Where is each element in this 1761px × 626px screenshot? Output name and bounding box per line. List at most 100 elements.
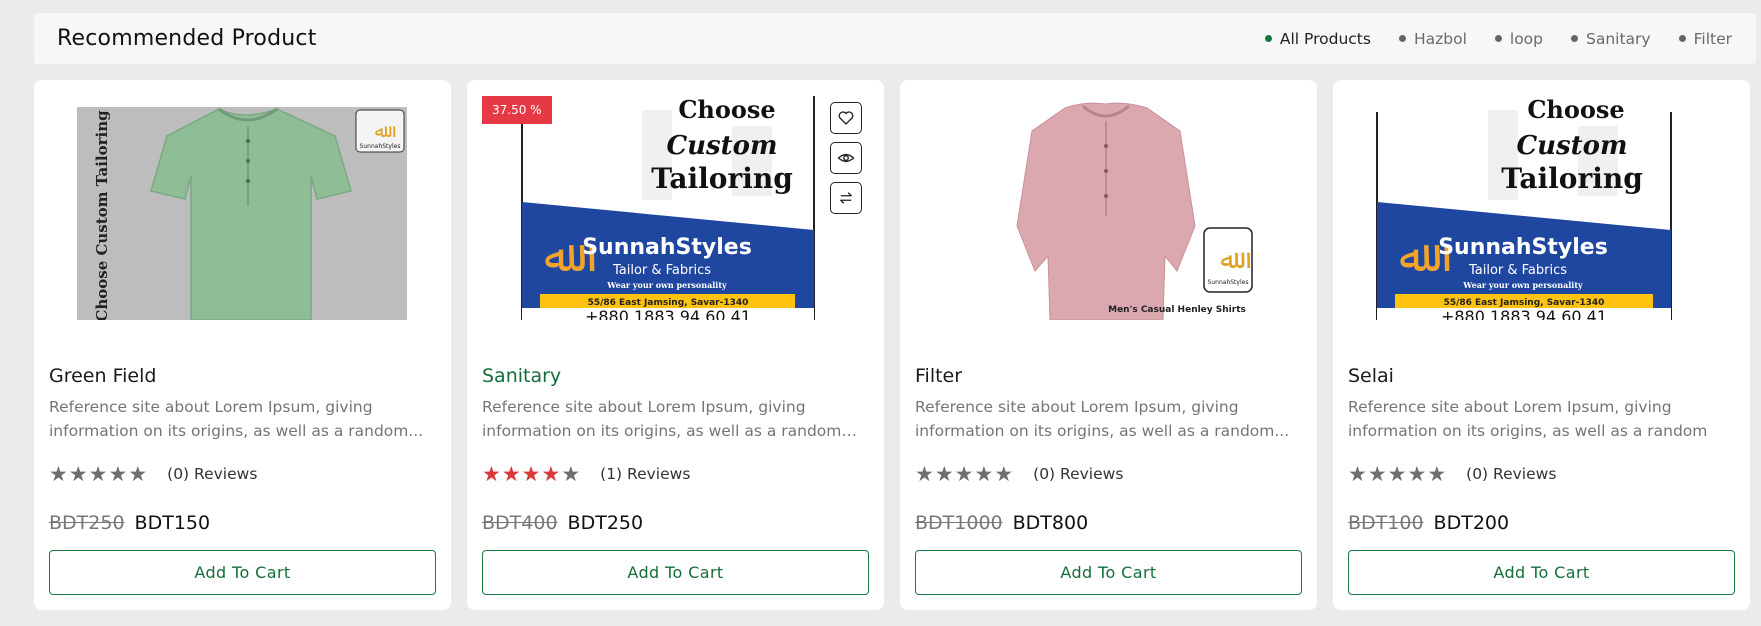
product-description: Reference site about Lorem Ipsum, giving… [49, 398, 424, 440]
filter-label: All Products [1279, 29, 1371, 48]
price: BDT250 BDT150 [49, 512, 210, 534]
filter-filter[interactable]: Filter [1678, 29, 1732, 48]
filter-all-products[interactable]: All Products [1264, 29, 1371, 48]
section-header: Recommended Product All Products Hazbol … [34, 13, 1756, 64]
product-card[interactable]: Choose Custom Tailoring ﷲ SunnahStyles G… [34, 80, 451, 610]
banner-headline-1: Choose [1527, 96, 1624, 124]
banner-phone: +880 1883 94 60 41 [585, 307, 751, 320]
star-icon: ★ [541, 462, 561, 486]
banner-brand: SunnahStyles [582, 235, 752, 260]
product-title[interactable]: Green Field [49, 365, 156, 387]
price: BDT1000 BDT800 [915, 512, 1088, 534]
star-icon: ★ [1348, 462, 1367, 486]
star-rating: ★ ★ ★ ★ ★ [1348, 462, 1446, 486]
product-title[interactable]: Sanitary [482, 365, 561, 387]
compare-button[interactable] [830, 182, 862, 214]
dot-icon [1398, 35, 1406, 42]
product-rating: ★ ★ ★ ★ ★ (1) Reviews [482, 462, 690, 486]
logo-text: SunnahStyles [360, 143, 401, 150]
star-icon: ★ [49, 462, 68, 486]
banner-sub: Tailor & Fabrics [612, 263, 711, 278]
filter-loop[interactable]: loop [1494, 29, 1544, 48]
product-image-tailoring-banner[interactable]: Choose Custom Tailoring ﷲ SunnahStyles T… [482, 96, 869, 320]
product-grid: Choose Custom Tailoring ﷲ SunnahStyles G… [34, 80, 1750, 610]
product-image-pink-shirt[interactable]: ﷲ SunnahStyles Men's Casual Henley Shirt… [915, 96, 1302, 320]
banner-headline-3: Tailoring [1501, 162, 1643, 195]
banner-headline-2: Custom [1516, 131, 1627, 161]
star-icon: ★ [915, 462, 934, 486]
new-price: BDT800 [1012, 512, 1089, 534]
star-icon: ★ [934, 462, 954, 486]
banner-headline-1: Choose [678, 96, 775, 124]
product-rating: ★ ★ ★ ★ ★ (0) Reviews [915, 462, 1123, 486]
star-icon: ★ [1407, 462, 1427, 486]
product-image-green-shirt[interactable]: Choose Custom Tailoring ﷲ SunnahStyles [49, 96, 436, 320]
product-rating: ★ ★ ★ ★ ★ (0) Reviews [1348, 462, 1556, 486]
banner-phone: +880 1883 94 60 41 [1441, 307, 1607, 320]
review-count: (0) Reviews [1466, 465, 1557, 483]
price: BDT400 BDT250 [482, 512, 643, 534]
wishlist-button[interactable] [830, 102, 862, 134]
star-icon: ★ [1367, 462, 1387, 486]
banner-sub: Tailor & Fabrics [1468, 263, 1567, 278]
category-filters: All Products Hazbol loop Sanitary Filter [1264, 29, 1732, 48]
add-to-cart-button[interactable]: Add To Cart [49, 550, 436, 595]
filter-label: Sanitary [1586, 29, 1651, 48]
star-icon: ★ [501, 462, 521, 486]
filter-label: Filter [1693, 29, 1732, 48]
star-icon: ★ [482, 462, 501, 486]
section-title: Recommended Product [57, 26, 317, 51]
logo-text: SunnahStyles [1208, 279, 1249, 286]
review-count: (0) Reviews [167, 465, 258, 483]
filter-label: loop [1509, 29, 1544, 48]
star-rating: ★ ★ ★ ★ ★ [915, 462, 1013, 486]
old-price: BDT100 [1348, 512, 1424, 534]
review-count: (1) Reviews [600, 465, 691, 483]
old-price: BDT400 [482, 512, 558, 534]
star-icon: ★ [994, 462, 1014, 486]
dot-icon [1678, 35, 1686, 42]
star-icon: ★ [974, 462, 994, 486]
product-description: Reference site about Lorem Ipsum, giving… [915, 398, 1290, 440]
new-price: BDT200 [1433, 512, 1510, 534]
image-caption: Men's Casual Henley Shirts [1108, 305, 1246, 315]
product-description: Reference site about Lorem Ipsum, giving… [1348, 398, 1708, 440]
banner-tagline: Wear your own personality [606, 280, 727, 290]
star-icon: ★ [1387, 462, 1407, 486]
product-card[interactable]: 37.50 % Choose Custom Tailoring ﷲ Sunnah… [467, 80, 884, 610]
add-to-cart-button[interactable]: Add To Cart [915, 550, 1302, 595]
product-card[interactable]: ﷲ SunnahStyles Men's Casual Henley Shirt… [900, 80, 1317, 610]
star-icon: ★ [68, 462, 88, 486]
filter-sanitary[interactable]: Sanitary [1571, 30, 1651, 48]
product-card[interactable]: Choose Custom Tailoring ﷲ SunnahStyles T… [1333, 80, 1750, 610]
product-title[interactable]: Filter [915, 365, 962, 387]
new-price: BDT150 [134, 512, 211, 534]
star-rating: ★ ★ ★ ★ ★ [49, 462, 147, 486]
filter-hazbol[interactable]: Hazbol [1398, 29, 1467, 48]
product-title[interactable]: Selai [1348, 365, 1394, 387]
filter-label: Hazbol [1413, 29, 1467, 48]
product-image-tailoring-banner[interactable]: Choose Custom Tailoring ﷲ SunnahStyles T… [1348, 96, 1735, 320]
banner-headline-2: Custom [666, 131, 777, 161]
new-price: BDT250 [567, 512, 644, 534]
star-icon: ★ [128, 462, 148, 486]
product-description: Reference site about Lorem Ipsum, giving… [482, 398, 842, 440]
star-icon: ★ [521, 462, 541, 486]
discount-badge: 37.50 % [482, 96, 552, 124]
review-count: (0) Reviews [1033, 465, 1124, 483]
quick-view-button[interactable] [830, 142, 862, 174]
eye-icon [837, 153, 855, 163]
star-icon: ★ [561, 462, 581, 486]
heart-icon [838, 111, 854, 125]
compare-icon [840, 192, 852, 204]
star-rating: ★ ★ ★ ★ ★ [482, 462, 580, 486]
add-to-cart-button[interactable]: Add To Cart [482, 550, 869, 595]
add-to-cart-button[interactable]: Add To Cart [1348, 550, 1735, 595]
price: BDT100 BDT200 [1348, 512, 1509, 534]
star-icon: ★ [954, 462, 974, 486]
star-icon: ★ [88, 462, 108, 486]
shirt-tag-text: Choose Custom Tailoring [93, 110, 111, 320]
dot-icon [1494, 35, 1502, 42]
dot-icon [1264, 35, 1272, 42]
dot-icon [1571, 35, 1579, 42]
